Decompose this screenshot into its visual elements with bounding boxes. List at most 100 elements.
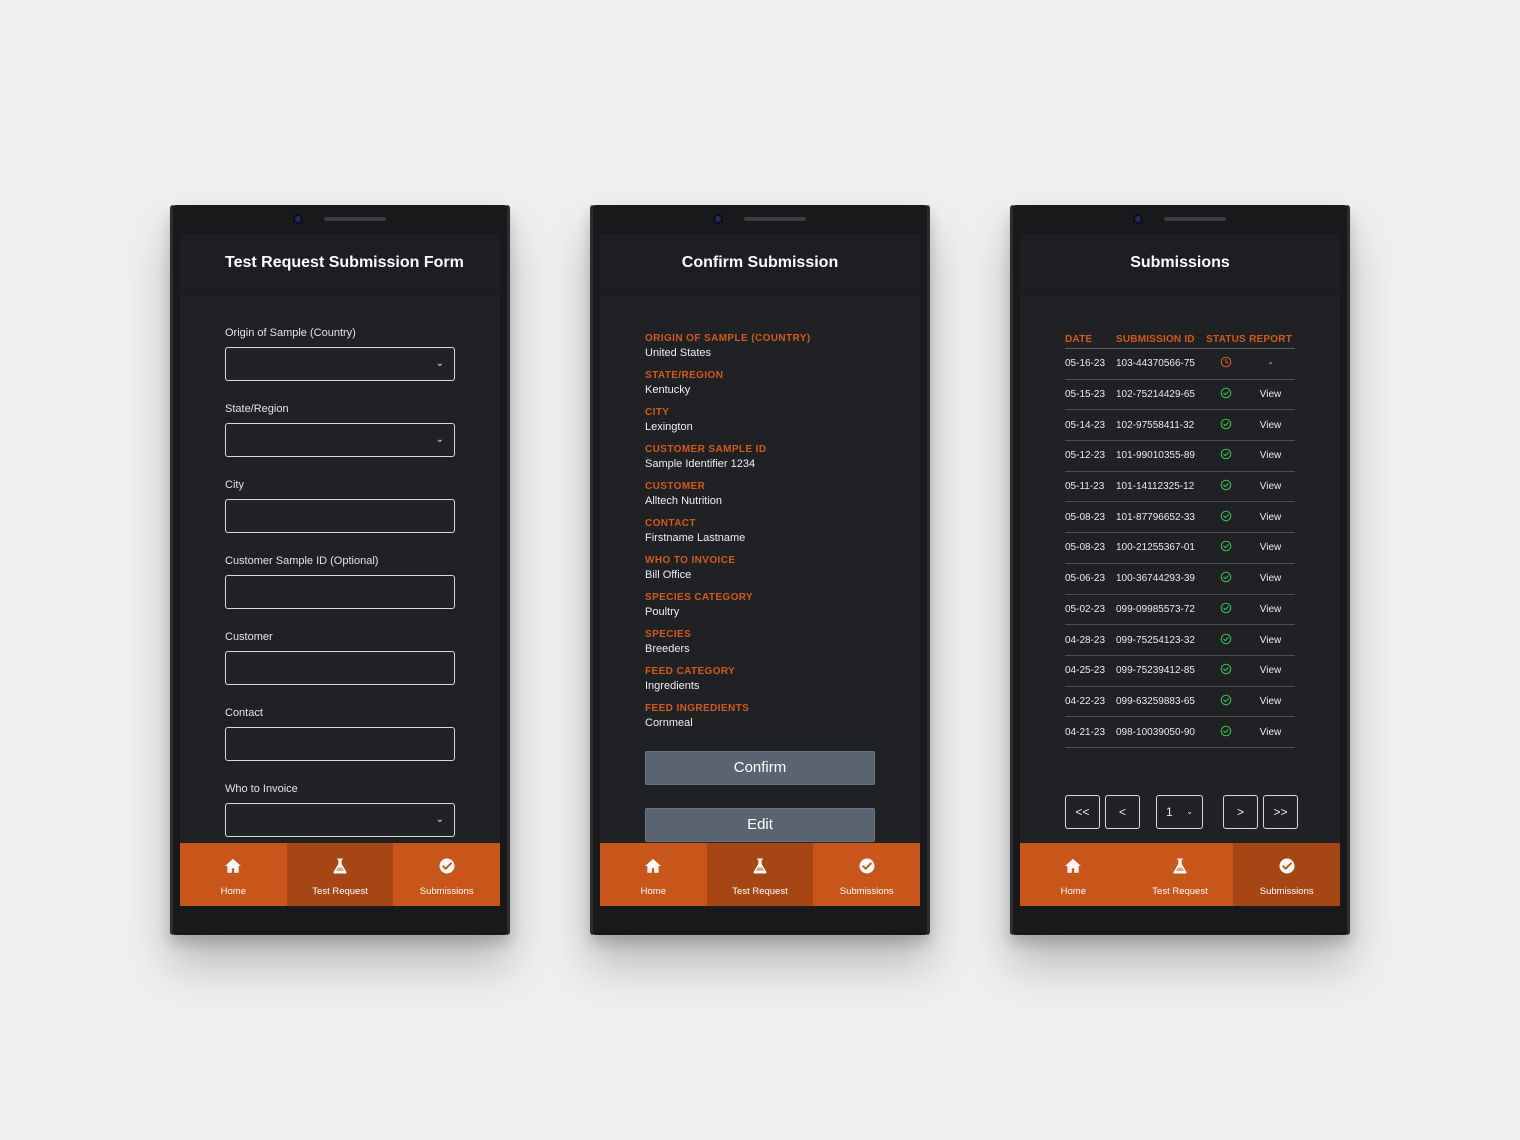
view-report-link[interactable]: View [1246,716,1295,748]
summary-item: Customer Sample ID Sample Identifier 1234 [645,443,875,480]
next-page-button[interactable]: > [1223,795,1258,829]
camera [1133,214,1143,224]
checkmark-circle-icon [438,857,456,880]
check-circle-icon [1220,448,1232,463]
house-icon [224,857,242,880]
camera [713,214,723,224]
form-content[interactable]: Origin of Sample (Country) ⌄ State/Region ⌄… [180,292,500,843]
nav-item-test-request[interactable]: Test Request [706,843,814,906]
date-cell: 04-28-23 [1065,624,1116,656]
date-cell: 05-14-23 [1065,409,1116,442]
select-field[interactable]: ⌄ [225,803,455,837]
page-select[interactable]: 1 ⌄ [1156,795,1203,829]
view-report-link[interactable]: View [1246,563,1295,595]
view-report-link[interactable]: View [1246,440,1295,472]
confirm-content[interactable]: Origin of Sample (Country) United States S… [600,292,920,843]
select-field[interactable]: ⌄ [225,347,455,381]
summary-item: Feed Ingredients Cornmeal [645,702,875,739]
text-field[interactable] [225,499,455,533]
submissions-content: DATE SUBMISSION ID STATUS REPORT 05-16-2… [1020,292,1340,843]
view-report-link[interactable]: View [1246,655,1295,687]
nav-item-test-request[interactable]: Test Request [286,843,394,906]
chevron-down-icon: ⌄ [1186,807,1193,816]
status-cell [1206,440,1246,472]
text-field[interactable] [225,575,455,609]
summary-value: Lexington [645,421,693,433]
prev-page-button[interactable]: < [1105,795,1140,829]
summary-value: Sample Identifier 1234 [645,458,756,470]
nav-label: Test Request [732,886,788,897]
bottom-nav: Home Test Request Submissions [600,843,920,906]
field-label: Customer [225,631,273,643]
last-page-button[interactable]: >> [1263,795,1298,829]
summary-label: Contact [645,518,696,529]
column-header-report: REPORT [1249,334,1292,345]
text-field[interactable] [225,651,455,685]
summary-value: Poultry [645,606,680,618]
status-cell [1206,655,1246,687]
field-label: Contact [225,707,263,719]
summary-label: Feed Ingredients [645,703,750,714]
date-cell: 05-08-23 [1065,501,1116,534]
view-report-link[interactable]: View [1246,594,1295,626]
date-cell: 05-12-23 [1065,440,1116,472]
submission-id-cell: 103-44370566-75 [1116,348,1206,380]
header: Submissions [1020,234,1340,292]
summary-value: Bill Office [645,569,692,581]
view-report-link[interactable]: View [1246,409,1295,442]
submissions-table: DATE SUBMISSION ID STATUS REPORT 05-16-2… [1065,332,1295,748]
speaker [744,217,806,221]
view-report-link[interactable]: View [1246,379,1295,411]
summary-label: Feed Category [645,666,736,677]
phone-form-screen: Test Request Submission Form Origin of S… [170,205,510,935]
checkmark-circle-icon [858,857,876,880]
date-cell: 04-25-23 [1065,655,1116,687]
date-cell: 05-06-23 [1065,563,1116,595]
confirm-button[interactable]: Confirm [645,751,875,785]
flask-icon [331,857,349,880]
check-circle-icon [1220,510,1232,525]
nav-label: Home [640,886,666,897]
view-report-link[interactable]: View [1246,532,1295,564]
summary-label: Customer [645,481,706,492]
view-report-link[interactable]: View [1246,624,1295,656]
date-cell: 05-08-23 [1065,532,1116,564]
nav-item-home[interactable]: Home [1020,843,1127,906]
nav-item-submissions[interactable]: Submissions [1233,843,1340,906]
nav-label: Home [220,886,246,897]
field-label: State/Region [225,403,289,415]
status-cell [1206,348,1246,380]
summary-value: Alltech Nutrition [645,495,723,507]
flask-icon [751,857,769,880]
nav-item-home[interactable]: Home [600,843,707,906]
first-page-button[interactable]: << [1065,795,1100,829]
date-cell: 04-22-23 [1065,686,1116,718]
speaker [1164,217,1226,221]
nav-item-test-request[interactable]: Test Request [1127,843,1234,906]
submission-id-cell: 102-75214429-65 [1116,379,1206,411]
text-field[interactable] [225,727,455,761]
summary-item: Species Breeders [645,628,875,665]
submission-id-cell: 100-36744293-39 [1116,563,1206,595]
edit-button[interactable]: Edit [645,808,875,842]
select-field[interactable]: ⌄ [225,423,455,457]
view-report-link[interactable]: View [1246,501,1295,534]
check-circle-icon [1220,602,1232,617]
table-header-row: DATE SUBMISSION ID STATUS REPORT [1065,332,1295,349]
view-report-link[interactable]: View [1246,471,1295,503]
table-row: 05-14-23 102-97558411-32 View [1065,409,1295,442]
nav-item-submissions[interactable]: Submissions [813,843,920,906]
view-report-link[interactable]: View [1246,686,1295,718]
summary-label: Origin of Sample (Country) [645,333,811,344]
table-row: 05-08-23 100-21255367-01 View [1065,532,1295,564]
check-circle-icon [1220,663,1232,678]
status-cell [1206,532,1246,564]
page-title: Submissions [1130,254,1230,271]
status-cell [1206,686,1246,718]
submission-id-cell: 101-14112325-12 [1116,471,1206,503]
summary-item: Species Category Poultry [645,591,875,628]
nav-item-home[interactable]: Home [180,843,287,906]
check-circle-icon [1220,418,1232,433]
nav-item-submissions[interactable]: Submissions [393,843,500,906]
house-icon [1064,857,1082,880]
